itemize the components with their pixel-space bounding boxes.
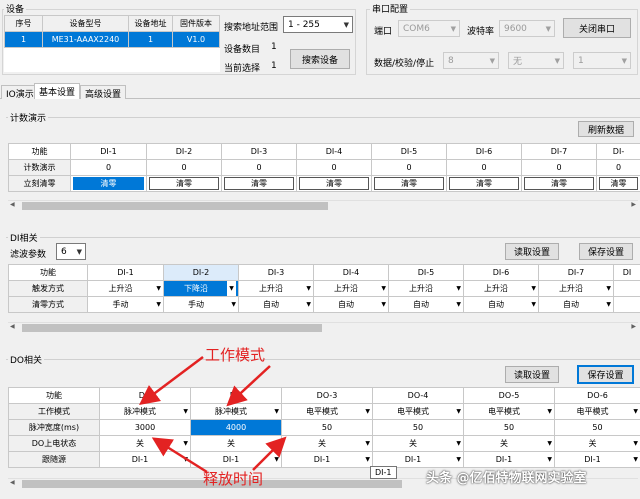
annotation-arrows [139,356,287,474]
work-mode-arrow-right [226,365,271,407]
work-mode-arrow-left [139,356,204,405]
release-time-arrow-right [252,436,287,471]
watermark: 头条 @亿佰特物联网实验室 [426,471,587,486]
release-time-arrow-left [151,437,208,474]
work-mode-annotation: 工作模式 [205,346,266,364]
release-time-annotation: 释放时间 [203,470,264,488]
